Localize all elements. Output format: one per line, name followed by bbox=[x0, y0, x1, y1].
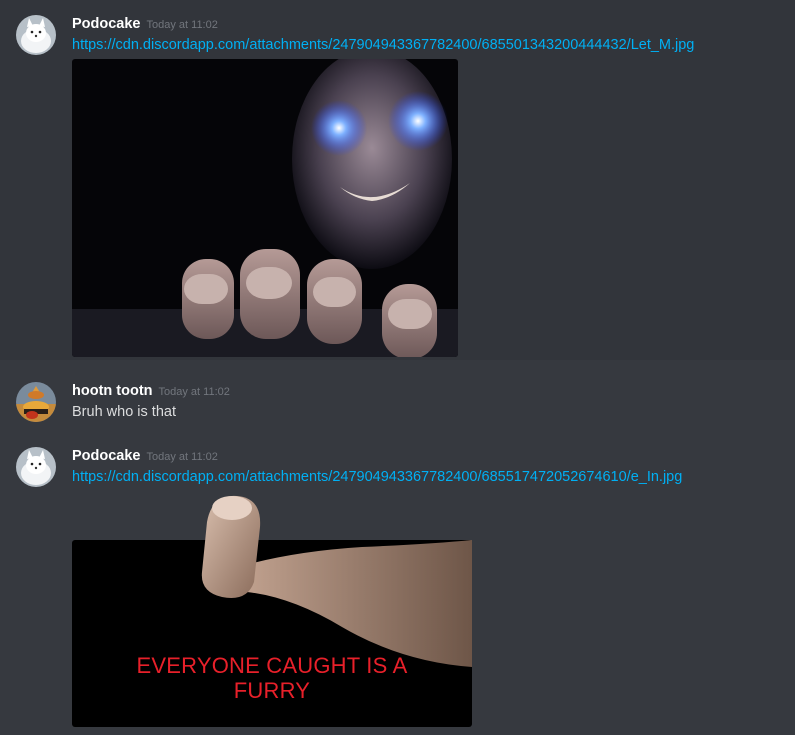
explosion-scene-avatar-icon bbox=[16, 382, 56, 422]
arctic-fox-avatar-icon bbox=[16, 447, 56, 487]
message-3: Podocake Today at 11:02 https://cdn.disco… bbox=[0, 440, 795, 735]
attachment-link[interactable]: https://cdn.discordapp.com/attachments/2… bbox=[72, 37, 694, 53]
image-attachment[interactable]: EVERYONE CAUGHT IS A FURRY bbox=[72, 492, 472, 727]
meme-caption-line-2: FURRY bbox=[233, 678, 311, 703]
username[interactable]: Podocake bbox=[72, 448, 141, 464]
image-attachment[interactable] bbox=[72, 59, 458, 357]
message-text: Bruh who is that bbox=[72, 404, 176, 420]
glowing-eyes-photo bbox=[72, 59, 458, 357]
message-1: Podocake Today at 11:02 https://cdn.disco… bbox=[0, 0, 795, 360]
username[interactable]: hootn tootn bbox=[72, 383, 153, 399]
message-2: hootn tootn Today at 11:02 Bruh who is th… bbox=[0, 375, 795, 435]
arctic-fox-avatar-icon bbox=[16, 15, 56, 55]
hootn-tootn-avatar[interactable] bbox=[16, 382, 56, 422]
podocake-avatar[interactable] bbox=[16, 447, 56, 487]
timestamp: Today at 11:02 bbox=[158, 386, 230, 398]
timestamp: Today at 11:02 bbox=[146, 451, 218, 463]
podocake-avatar[interactable] bbox=[16, 15, 56, 55]
username[interactable]: Podocake bbox=[72, 16, 141, 32]
message-content: https://cdn.discordapp.com/attachments/2… bbox=[72, 37, 694, 53]
message-header: Podocake Today at 11:02 bbox=[72, 447, 218, 465]
meme-caption-line-1: EVERYONE CAUGHT IS A bbox=[136, 653, 408, 678]
message-header: hootn tootn Today at 11:02 bbox=[72, 382, 230, 400]
message-content: https://cdn.discordapp.com/attachments/2… bbox=[72, 469, 682, 485]
message-header: Podocake Today at 11:02 bbox=[72, 15, 218, 33]
attachment-link[interactable]: https://cdn.discordapp.com/attachments/2… bbox=[72, 469, 682, 485]
timestamp: Today at 11:02 bbox=[146, 19, 218, 31]
